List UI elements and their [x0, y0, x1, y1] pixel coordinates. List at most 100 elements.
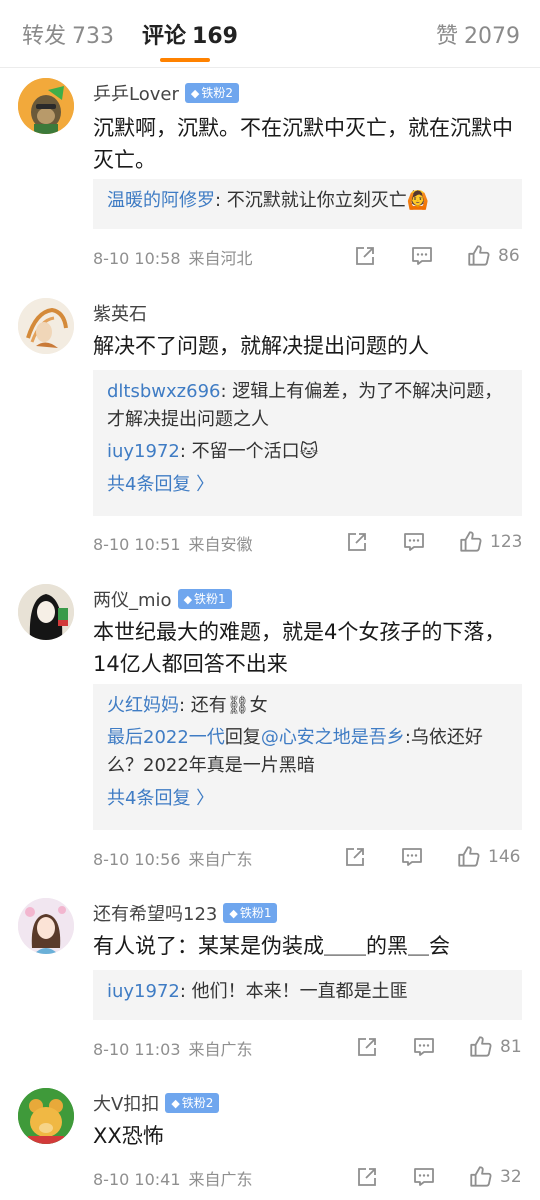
share-icon — [358, 1038, 376, 1056]
comment-source: 来自广东 — [188, 1040, 253, 1059]
fan-badge-label: 铁粉1 — [194, 592, 226, 606]
share-button[interactable] — [345, 530, 369, 554]
reply-line: iuy1972: 他们！本来！一直都是土匪 — [107, 978, 508, 1006]
comment-source: 来自安徽 — [188, 535, 253, 554]
comment-text: 沉默啊，沉默。不在沉默中灭亡，就在沉默中灭亡。 — [93, 116, 513, 172]
like-button[interactable]: 146 — [456, 844, 520, 870]
username[interactable]: 大V扣扣 ◆ 铁粉2 — [93, 1090, 220, 1116]
reply-username[interactable]: iuy1972 — [107, 981, 180, 1002]
view-all-replies-link[interactable]: 共4条回复 〉 — [107, 470, 508, 500]
diamond-icon: ◆ — [171, 1097, 180, 1110]
avatar[interactable] — [18, 898, 74, 954]
like-count: 123 — [490, 532, 523, 552]
comment-icon — [404, 533, 424, 551]
share-icon — [358, 1168, 376, 1186]
reply-keyword: 回复 — [224, 727, 261, 748]
comment-button[interactable] — [400, 845, 424, 869]
tab-comment-count: 169 — [192, 24, 238, 49]
reply-box[interactable]: 温暖的阿修罗: 不沉默就让你立刻灭亡🙆 — [93, 179, 522, 229]
avatar[interactable] — [18, 298, 74, 354]
like-button[interactable]: 32 — [468, 1164, 522, 1190]
username-text: 乒乒Lover — [93, 84, 179, 105]
comment-icon — [414, 1168, 434, 1186]
comment-icon — [402, 848, 422, 866]
username[interactable]: 还有希望吗123 ◆ 铁粉1 — [93, 900, 278, 926]
tab-like-label: 赞 — [436, 24, 459, 49]
fan-badge: ◆ 铁粉1 — [177, 589, 232, 609]
comment-time: 8-10 10:58 — [93, 249, 181, 268]
tab-repost-label: 转发 — [22, 24, 67, 49]
comment-source: 来自广东 — [188, 1170, 253, 1189]
reply-line: dltsbwxz696: 逻辑上有偏差，为了不解决问题，才解决提出问题之人 — [107, 378, 508, 434]
like-count: 86 — [498, 246, 520, 266]
reply-username[interactable]: 最后2022一代 — [107, 727, 225, 748]
share-button[interactable] — [343, 845, 367, 869]
comment-button[interactable] — [410, 244, 434, 268]
comment-icon — [414, 1038, 434, 1056]
like-button[interactable]: 86 — [466, 243, 520, 269]
comment-button[interactable] — [412, 1165, 436, 1189]
avatar[interactable] — [18, 584, 74, 640]
reply-text: : 还有⛓女 — [179, 695, 268, 716]
share-button[interactable] — [353, 244, 377, 268]
comment-meta: 8-10 10:51 来自安徽 — [93, 531, 253, 555]
view-all-replies-link[interactable]: 共4条回复 〉 — [107, 784, 508, 814]
fan-badge: ◆ 铁粉2 — [184, 83, 239, 103]
reply-box[interactable]: dltsbwxz696: 逻辑上有偏差，为了不解决问题，才解决提出问题之人 iu… — [93, 370, 522, 516]
comment-button[interactable] — [402, 530, 426, 554]
girl-sketch-avatar-icon — [18, 298, 74, 354]
avatar[interactable] — [18, 1088, 74, 1144]
fan-badge: ◆ 铁粉1 — [223, 903, 278, 923]
share-icon — [356, 247, 374, 265]
reply-box[interactable]: iuy1972: 他们！本来！一直都是土匪 — [93, 970, 522, 1020]
comment-time: 8-10 10:56 — [93, 850, 181, 869]
comment-time: 8-10 11:03 — [93, 1040, 181, 1059]
share-button[interactable] — [355, 1035, 379, 1059]
reply-line: iuy1972: 不留一个活口🐱 — [107, 438, 508, 466]
reply-text: : 不沉默就让你立刻灭亡🙆 — [215, 190, 430, 211]
avatar[interactable] — [18, 78, 74, 134]
comment-meta: 8-10 10:41 来自广东 — [93, 1166, 253, 1190]
like-button[interactable]: 81 — [468, 1034, 522, 1060]
like-count: 32 — [500, 1167, 522, 1187]
comment-text: 解决不了问题，就解决提出问题的人 — [93, 334, 429, 358]
share-button[interactable] — [355, 1165, 379, 1189]
like-button[interactable]: 123 — [458, 529, 522, 555]
tab-repost-count: 733 — [72, 24, 115, 49]
comment-meta: 8-10 10:58 来自河北 — [93, 245, 253, 269]
fan-badge-label: 铁粉2 — [201, 86, 233, 100]
anime-girl-avatar-icon — [18, 898, 74, 954]
thumbs-up-icon — [458, 846, 480, 867]
tab-repost[interactable]: 转发 733 — [22, 18, 114, 50]
username[interactable]: 紫英石 — [93, 300, 147, 326]
tab-like[interactable]: 赞 2079 — [436, 18, 520, 50]
reply-username[interactable]: 温暖的阿修罗 — [107, 190, 215, 211]
active-tab-indicator — [160, 58, 210, 62]
mention-link[interactable]: @心安之地是吾乡 — [261, 727, 405, 748]
fan-badge-label: 铁粉1 — [239, 906, 272, 920]
comment-text: 有人说了：某某是伪装成＿＿的黑＿会 — [93, 934, 450, 958]
diamond-icon: ◆ — [229, 907, 238, 920]
tab-comment[interactable]: 评论 169 — [142, 18, 238, 50]
reply-username[interactable]: iuy1972 — [107, 441, 180, 462]
comment-button[interactable] — [412, 1035, 436, 1059]
reply-username[interactable]: 火红妈妈 — [107, 695, 179, 716]
username-text: 紫英石 — [93, 304, 147, 325]
reply-box[interactable]: 火红妈妈: 还有⛓女 最后2022一代回复@心安之地是吾乡:乌依还好么？2022… — [93, 684, 522, 830]
comment-source: 来自河北 — [188, 249, 253, 268]
reply-text: : 不留一个活口🐱 — [179, 441, 319, 462]
tab-comment-label: 评论 — [142, 24, 187, 49]
comment-source: 来自广东 — [188, 850, 253, 869]
username[interactable]: 乒乒Lover ◆ 铁粉2 — [93, 80, 239, 106]
username[interactable]: 两仪_mio ◆ 铁粉1 — [93, 586, 232, 612]
bear-avatar-icon — [18, 1088, 74, 1144]
comment-meta: 8-10 11:03 来自广东 — [93, 1036, 253, 1060]
reply-text: : 他们！本来！一直都是土匪 — [179, 981, 408, 1002]
reply-line: 温暖的阿修罗: 不沉默就让你立刻灭亡🙆 — [107, 187, 508, 215]
tab-like-count: 2079 — [464, 24, 521, 49]
username-text: 大V扣扣 — [93, 1094, 160, 1115]
reply-username[interactable]: dltsbwxz696 — [107, 381, 220, 402]
share-icon — [346, 848, 364, 866]
diamond-icon: ◆ — [190, 87, 200, 100]
thumbs-up-icon — [468, 245, 490, 266]
